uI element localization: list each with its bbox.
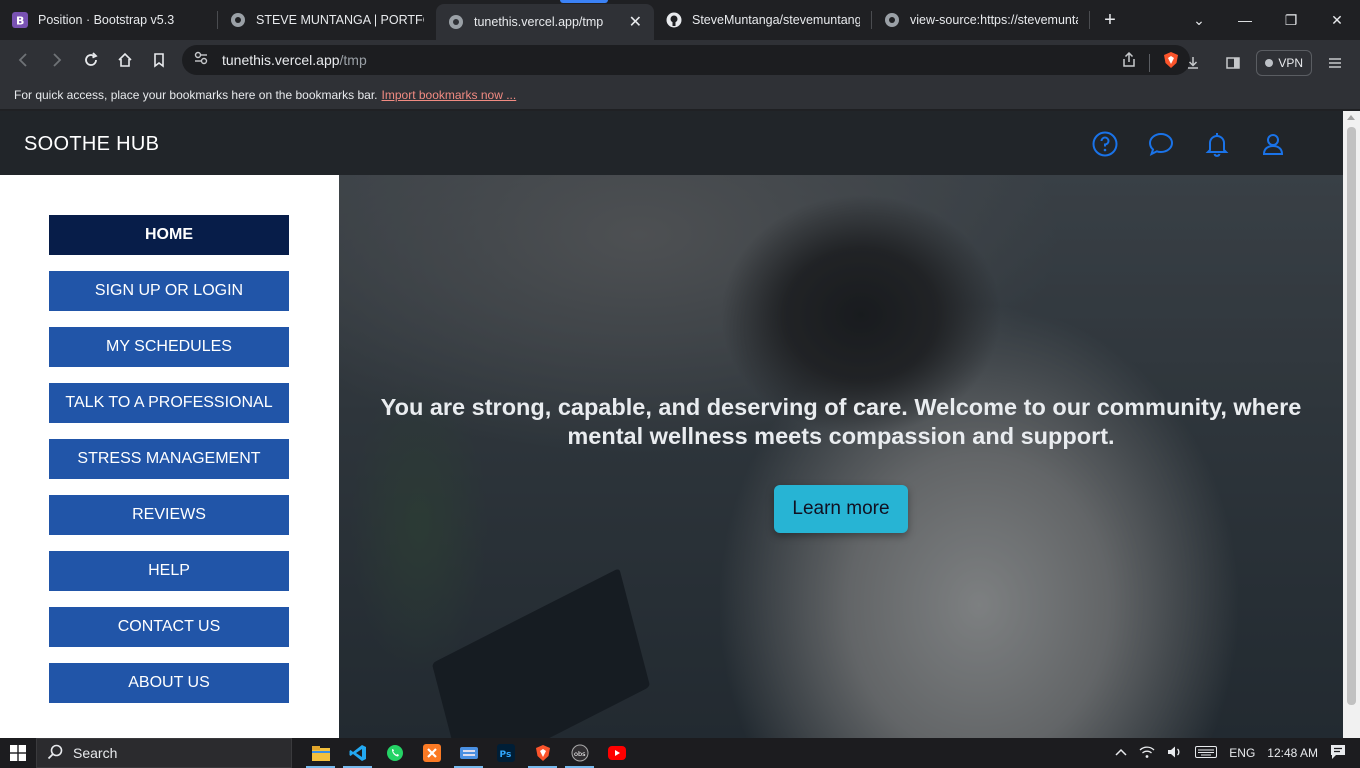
import-bookmarks-link[interactable]: Import bookmarks now ... [382, 88, 517, 102]
menu-talk-professional-button[interactable]: TALK TO A PROFESSIONAL [49, 383, 289, 423]
svg-text:B: B [16, 15, 24, 28]
tab-strip: B Position · Bootstrap v5.3 STEVE MUNTAN… [0, 0, 1360, 40]
system-tray: ENG 12:48 AM [1115, 738, 1360, 768]
tab-github[interactable]: SteveMuntanga/stevemuntanga [654, 0, 872, 40]
minimize-icon[interactable]: — [1222, 0, 1268, 40]
whatsapp-icon[interactable] [376, 738, 413, 768]
keyboard-icon[interactable] [450, 738, 487, 768]
touch-keyboard-icon[interactable] [1195, 745, 1218, 762]
menu-help-button[interactable]: HELP [49, 551, 289, 591]
menu-reviews-button[interactable]: REVIEWS [49, 495, 289, 535]
help-icon[interactable] [1092, 131, 1118, 157]
svg-text:Ps: Ps [499, 750, 511, 760]
page-scrollbar[interactable] [1343, 111, 1360, 738]
forward-icon[interactable] [40, 43, 74, 77]
tab-portfolio[interactable]: STEVE MUNTANGA | PORTFOLIO [218, 0, 436, 40]
search-icon [47, 744, 63, 763]
hero-message: You are strong, capable, and deserving o… [380, 394, 1302, 449]
restore-icon[interactable]: ❐ [1268, 0, 1314, 40]
url-text: tunethis.vercel.app/tmp [222, 52, 367, 68]
windows-taskbar: Search Ps obs ENG 12:48 AM [0, 738, 1360, 768]
photoshop-icon[interactable]: Ps [487, 738, 524, 768]
bootstrap-icon: B [12, 12, 28, 28]
bell-icon[interactable] [1204, 131, 1230, 157]
language-indicator[interactable]: ENG [1229, 746, 1255, 760]
youtube-icon[interactable] [598, 738, 635, 768]
taskbar-search[interactable]: Search [36, 738, 292, 768]
learn-more-button[interactable]: Learn more [774, 485, 908, 533]
site-navbar: SOOTHE HUB [0, 111, 1343, 175]
tab-view-source[interactable]: view-source:https://stevemuntan [872, 0, 1090, 40]
window-controls: ⌄ — ❐ ✕ [1176, 0, 1360, 40]
address-bar[interactable]: tunethis.vercel.app/tmp [182, 45, 1190, 75]
notification-icon[interactable] [1330, 744, 1346, 763]
windows-start-icon[interactable] [0, 738, 36, 768]
hero-banner: You are strong, capable, and deserving o… [339, 175, 1343, 738]
user-icon[interactable] [1260, 131, 1286, 157]
new-tab-button[interactable]: + [1090, 0, 1130, 40]
tab-tunethis[interactable]: tunethis.vercel.app/tmp ✕ [436, 4, 654, 40]
reload-icon[interactable] [74, 43, 108, 77]
wifi-icon[interactable] [1139, 745, 1155, 762]
menu-about-us-button[interactable]: ABOUT US [49, 663, 289, 703]
browser-toolbar: tunethis.vercel.app/tmp VPN [0, 40, 1360, 80]
share-icon[interactable] [1121, 51, 1137, 73]
vpn-button[interactable]: VPN [1256, 50, 1312, 76]
menu-my-schedules-button[interactable]: MY SCHEDULES [49, 327, 289, 367]
back-icon[interactable] [6, 43, 40, 77]
menu-signup-login-button[interactable]: SIGN UP OR LOGIN [49, 271, 289, 311]
menu-stress-management-button[interactable]: STRESS MANAGEMENT [49, 439, 289, 479]
clock[interactable]: 12:48 AM [1267, 746, 1318, 760]
bookmarks-bar: For quick access, place your bookmarks h… [0, 80, 1360, 110]
obs-icon[interactable]: obs [561, 738, 598, 768]
side-menu: HOME SIGN UP OR LOGIN MY SCHEDULES TALK … [0, 175, 339, 738]
site-brand[interactable]: SOOTHE HUB [24, 133, 159, 156]
tab-bootstrap[interactable]: B Position · Bootstrap v5.3 [0, 0, 218, 40]
menu-home-button[interactable]: HOME [49, 215, 289, 255]
bookmarks-message: For quick access, place your bookmarks h… [14, 87, 378, 102]
vscode-icon[interactable] [339, 738, 376, 768]
close-window-icon[interactable]: ✕ [1314, 0, 1360, 40]
sidebar-toggle-icon[interactable] [1216, 46, 1250, 80]
github-icon [666, 12, 682, 28]
brave-icon[interactable] [524, 738, 561, 768]
page-viewport: SOOTHE HUB HOME SIGN UP OR LOGIN MY SCHE… [0, 111, 1343, 738]
globe-icon [448, 14, 464, 30]
globe-icon [884, 12, 900, 28]
menu-icon[interactable] [1318, 46, 1352, 80]
globe-icon [230, 12, 246, 28]
home-icon[interactable] [108, 43, 142, 77]
svg-text:obs: obs [574, 750, 586, 758]
close-tab-icon[interactable]: ✕ [629, 12, 642, 32]
volume-icon[interactable] [1167, 745, 1183, 762]
file-explorer-icon[interactable] [302, 738, 339, 768]
chevron-up-icon[interactable] [1115, 746, 1127, 760]
tab-search-icon[interactable]: ⌄ [1176, 0, 1222, 40]
bookmark-icon[interactable] [142, 43, 176, 77]
chat-icon[interactable] [1148, 131, 1174, 157]
xampp-icon[interactable] [413, 738, 450, 768]
download-icon[interactable] [1176, 46, 1210, 80]
site-settings-icon[interactable] [194, 51, 208, 70]
menu-contact-us-button[interactable]: CONTACT US [49, 607, 289, 647]
